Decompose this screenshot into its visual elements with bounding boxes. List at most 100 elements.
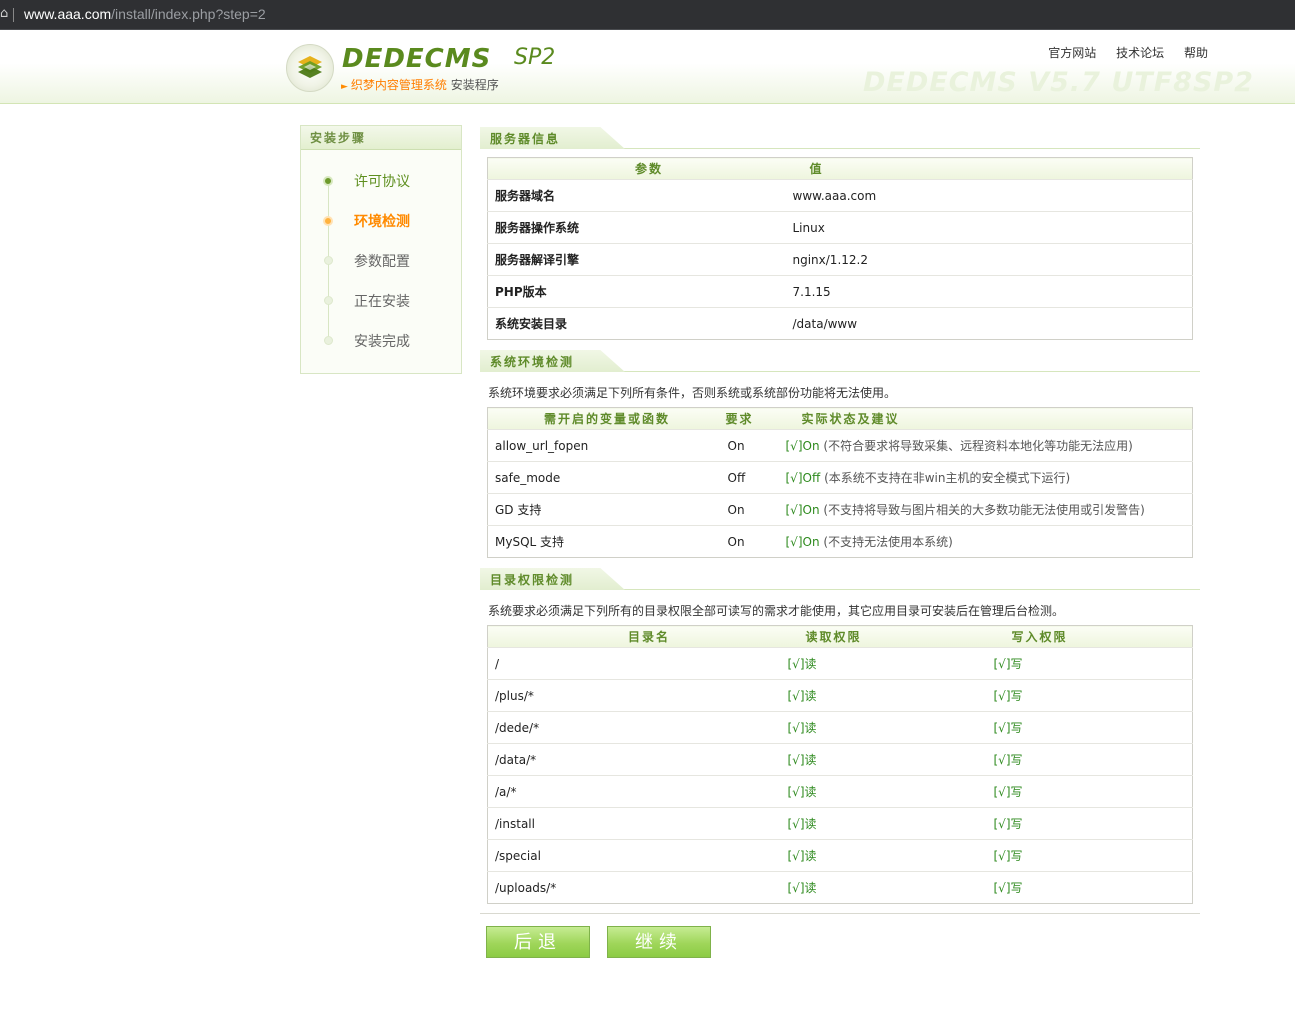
write-perm-cell: [√]写 xyxy=(987,775,1193,808)
step-current-icon xyxy=(323,216,333,226)
version-watermark: DEDECMS V5.7 UTF8SP2 xyxy=(863,67,1254,98)
sidebar-title: 安装步骤 xyxy=(301,126,461,150)
column-header: 参数 xyxy=(487,157,786,180)
env-check-note: 系统环境要求必须满足下列所有条件，否则系统或系统部份功能将无法使用。 xyxy=(488,386,897,400)
status-cell: [√]On (不支持将导致与图片相关的大多数功能无法使用或引发警告) xyxy=(777,493,1193,526)
continue-button[interactable]: 继续 xyxy=(607,926,711,958)
table-row: MySQL 支持 On [√]On (不支持无法使用本系统) xyxy=(487,525,1193,558)
write-perm-cell: [√]写 xyxy=(987,743,1193,776)
read-perm-cell: [√]读 xyxy=(781,807,988,840)
section-title: 目录权限检测 xyxy=(480,568,625,590)
status-note: (不符合要求将导致采集、远程资料本地化等功能无法应用) xyxy=(823,439,1133,453)
step-env-check: 环境检测 xyxy=(301,206,461,246)
top-nav: 官方网站 技术论坛 帮助 xyxy=(1032,44,1208,61)
dir-name-cell: /dede/* xyxy=(487,711,782,744)
requirement-cell: On xyxy=(715,525,778,558)
table-row: /data/* [√]读 [√]写 xyxy=(487,743,1193,776)
dir-name-cell: / xyxy=(487,647,782,680)
var-name-cell: MySQL 支持 xyxy=(487,525,716,558)
step-finished: 安装完成 xyxy=(301,326,461,366)
status-ok: [√]On xyxy=(785,503,820,517)
requirement-cell: On xyxy=(715,493,778,526)
table-header: 需开启的变量或函数 要求 实际状态及建议 xyxy=(487,407,1193,430)
table-row: 服务器域名 www.aaa.com xyxy=(487,179,1193,212)
write-perm-cell: [√]写 xyxy=(987,711,1193,744)
step-label: 参数配置 xyxy=(354,254,410,270)
env-check-table: 需开启的变量或函数 要求 实际状态及建议 allow_url_fopen On … xyxy=(487,407,1193,558)
param-cell: 服务器域名 xyxy=(487,179,786,212)
param-cell: 系统安装目录 xyxy=(487,307,786,340)
column-header: 要求 xyxy=(715,407,778,430)
param-cell: 服务器解译引擎 xyxy=(487,243,786,276)
nav-link-forum[interactable]: 技术论坛 xyxy=(1116,46,1164,60)
table-row: 服务器操作系统 Linux xyxy=(487,211,1193,244)
browser-url-bar[interactable]: ⌂ www.aaa.com/install/index.php?step=2 xyxy=(0,0,1295,30)
step-config: 参数配置 xyxy=(301,246,461,286)
requirement-cell: On xyxy=(715,429,778,462)
status-note: (本系统不支持在非win主机的安全模式下运行) xyxy=(824,471,1071,485)
read-perm-cell: [√]读 xyxy=(781,871,988,904)
step-pending-icon xyxy=(324,256,333,265)
divider xyxy=(13,8,14,22)
section-title: 系统环境检测 xyxy=(480,350,625,372)
install-steps-sidebar: 安装步骤 许可协议 环境检测 参数配置 正在安装 安装完成 xyxy=(300,125,462,374)
subtitle-product: 织梦内容管理系统 xyxy=(350,78,447,92)
dir-check-table: 目录名 读取权限 写入权限 / [√]读 [√]写 /plus/* [√]读 [… xyxy=(487,625,1193,904)
action-bar: 后退 继续 xyxy=(480,913,1200,973)
column-header: 写入权限 xyxy=(987,625,1193,648)
section-server-info: 服务器信息 xyxy=(480,125,1200,149)
table-row: /special [√]读 [√]写 xyxy=(487,839,1193,872)
param-cell: PHP版本 xyxy=(487,275,786,308)
table-row: / [√]读 [√]写 xyxy=(487,647,1193,680)
section-dir-check: 目录权限检测 xyxy=(480,566,1200,590)
value-cell: Linux xyxy=(785,211,1193,244)
table-row: allow_url_fopen On [√]On (不符合要求将导致采集、远程资… xyxy=(487,429,1193,462)
table-header: 目录名 读取权限 写入权限 xyxy=(487,625,1193,648)
dir-name-cell: /uploads/* xyxy=(487,871,782,904)
dir-name-cell: /data/* xyxy=(487,743,782,776)
arrow-right-icon: ► xyxy=(341,82,348,92)
value-cell: nginx/1.12.2 xyxy=(785,243,1193,276)
write-perm-cell: [√]写 xyxy=(987,647,1193,680)
status-note: (不支持无法使用本系统) xyxy=(823,535,953,549)
status-ok: [√]On xyxy=(785,439,820,453)
read-perm-cell: [√]读 xyxy=(781,647,988,680)
read-perm-cell: [√]读 xyxy=(781,775,988,808)
read-perm-cell: [√]读 xyxy=(781,743,988,776)
subtitle-installer: 安装程序 xyxy=(450,78,499,92)
value-cell: www.aaa.com xyxy=(785,179,1193,212)
table-row: /install [√]读 [√]写 xyxy=(487,807,1193,840)
status-ok: [√]On xyxy=(785,535,820,549)
step-pending-icon xyxy=(324,296,333,305)
table-row: PHP版本 7.1.15 xyxy=(487,275,1193,308)
table-row: /uploads/* [√]读 [√]写 xyxy=(487,871,1193,904)
read-perm-cell: [√]读 xyxy=(781,839,988,872)
write-perm-cell: [√]写 xyxy=(987,679,1193,712)
var-name-cell: safe_mode xyxy=(487,461,716,494)
write-perm-cell: [√]写 xyxy=(987,839,1193,872)
table-row: 服务器解译引擎 nginx/1.12.2 xyxy=(487,243,1193,276)
step-installing: 正在安装 xyxy=(301,286,461,326)
read-perm-cell: [√]读 xyxy=(781,679,988,712)
url-host: www.aaa.com xyxy=(24,6,112,22)
main-content: 服务器信息 参数 值 服务器域名 www.aaa.com 服务器操作系统 Lin… xyxy=(480,125,1200,904)
status-cell: [√]Off (本系统不支持在非win主机的安全模式下运行) xyxy=(777,461,1193,494)
back-button[interactable]: 后退 xyxy=(486,926,590,958)
nav-link-help[interactable]: 帮助 xyxy=(1184,46,1208,60)
var-name-cell: allow_url_fopen xyxy=(487,429,716,462)
section-env-check: 系统环境检测 xyxy=(480,348,1200,372)
dir-name-cell: /install xyxy=(487,807,782,840)
step-label: 许可协议 xyxy=(354,174,410,190)
table-header: 参数 值 xyxy=(487,157,1193,180)
dir-name-cell: /plus/* xyxy=(487,679,782,712)
nav-link-official[interactable]: 官方网站 xyxy=(1048,46,1096,60)
step-label: 正在安装 xyxy=(354,294,410,310)
url-text[interactable]: www.aaa.com/install/index.php?step=2 xyxy=(24,6,266,22)
write-perm-cell: [√]写 xyxy=(987,871,1193,904)
status-note: (不支持将导致与图片相关的大多数功能无法使用或引发警告) xyxy=(823,503,1145,517)
step-pending-icon xyxy=(324,336,333,345)
url-path: /install/index.php?step=2 xyxy=(111,6,266,22)
step-label: 环境检测 xyxy=(354,214,410,230)
section-title: 服务器信息 xyxy=(480,127,625,149)
var-name-cell: GD 支持 xyxy=(487,493,716,526)
